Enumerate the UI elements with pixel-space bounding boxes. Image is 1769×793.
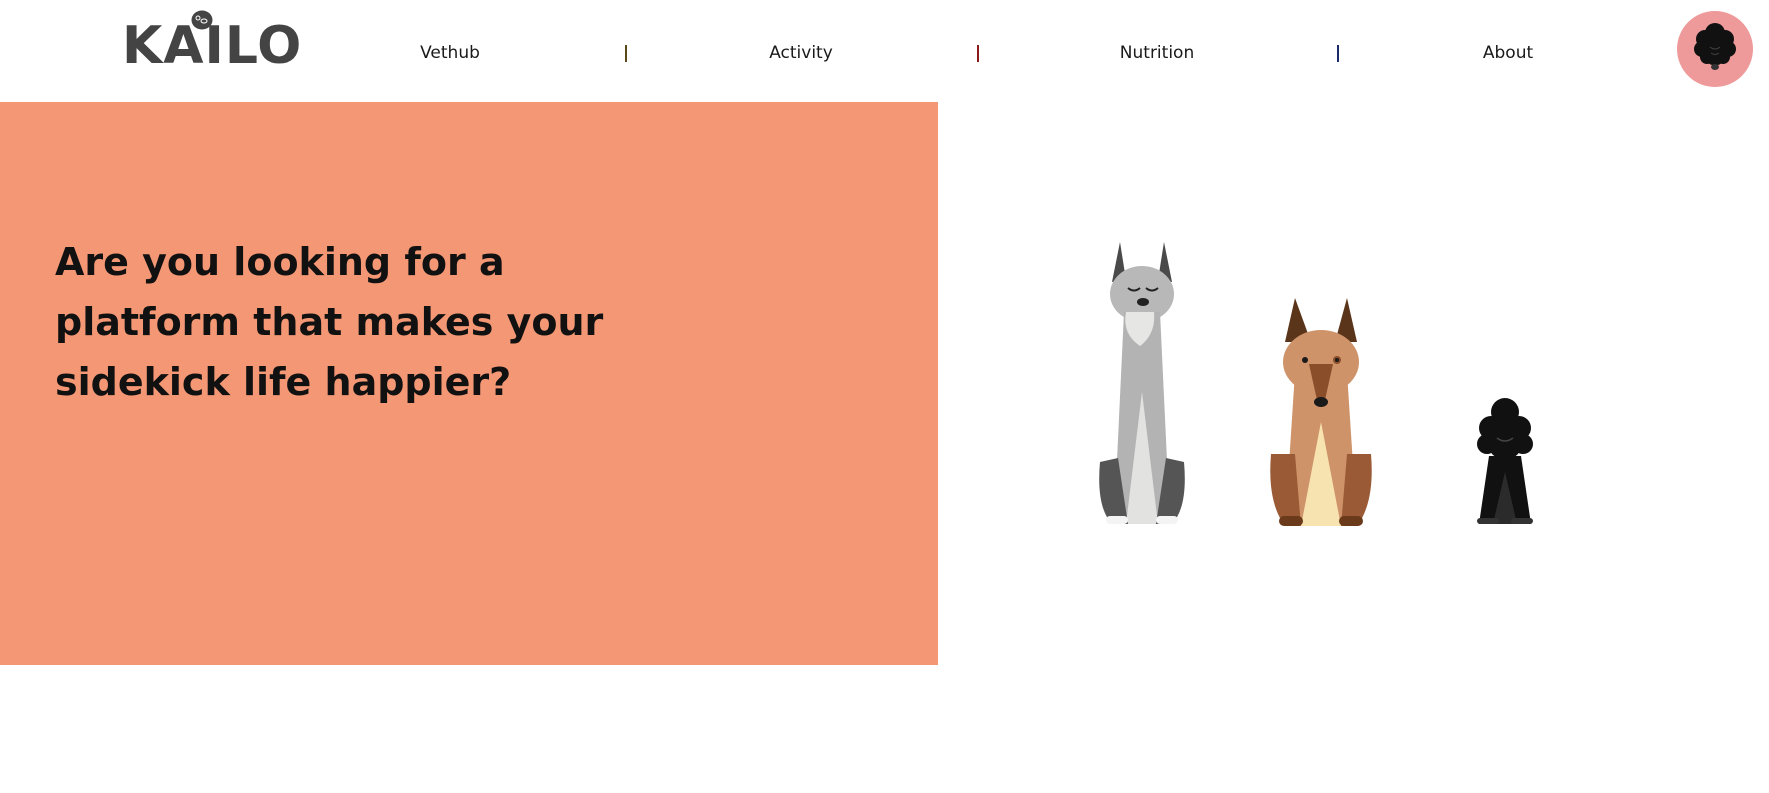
nav-separator xyxy=(977,45,979,62)
hero-panel: Are you looking for a platform that make… xyxy=(0,102,938,665)
hero-headline: Are you looking for a platform that make… xyxy=(55,240,604,404)
site-header: KAILO Vethub Activity Nutrition About xyxy=(0,0,1769,102)
nav-separator xyxy=(625,45,627,62)
great-dane-icon xyxy=(1099,242,1185,524)
poodle-avatar-icon xyxy=(1694,23,1736,70)
avatar[interactable] xyxy=(1677,11,1753,87)
nav-separator xyxy=(1337,45,1339,62)
german-shepherd-icon xyxy=(1270,298,1372,526)
nav-item-about[interactable]: About xyxy=(1483,43,1533,63)
nav-item-activity[interactable]: Activity xyxy=(769,43,833,63)
nav-item-vethub[interactable]: Vethub xyxy=(420,43,480,63)
nav-item-nutrition[interactable]: Nutrition xyxy=(1120,43,1194,63)
dogs-illustration xyxy=(1099,242,1533,526)
poodle-icon xyxy=(1477,398,1533,524)
logo[interactable]: KAILO xyxy=(122,20,302,72)
